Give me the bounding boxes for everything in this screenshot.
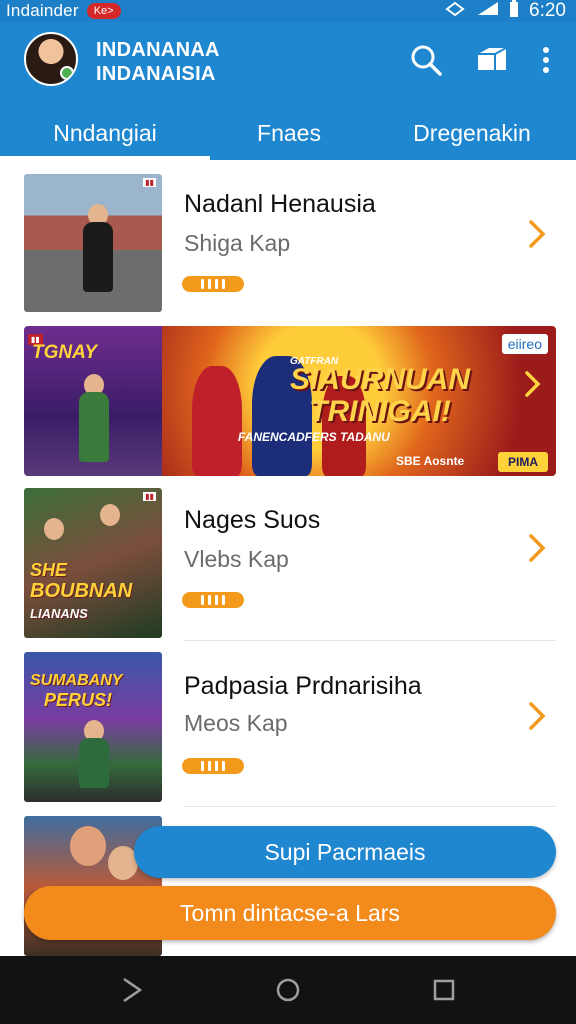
more-button[interactable]	[526, 40, 566, 80]
app-bar: INDANANAA INDANAISIA Nndangiai Fnaes Dre…	[0, 22, 576, 160]
rating-bar	[182, 592, 244, 608]
store-icon	[478, 47, 507, 70]
rating-bar	[182, 758, 244, 774]
clock: 6:20	[529, 0, 566, 21]
app-title: INDANANAA INDANAISIA	[96, 38, 220, 86]
system-nav-bar	[0, 956, 576, 1024]
divider	[184, 806, 556, 807]
tab-2[interactable]: Fnaes	[210, 106, 368, 160]
banner-play-button[interactable]: PIMA	[498, 452, 548, 472]
list-item[interactable]: ▮▮ SHE BOUBNAN LIANANS Nages Suos Vlebs …	[0, 488, 576, 641]
item-subtitle: Meos Kap	[184, 710, 288, 736]
battery-icon	[509, 0, 519, 23]
item-title: Nages Suos	[184, 506, 321, 534]
divider	[184, 640, 556, 641]
item-title: Padpasia Prdnarisiha	[184, 672, 422, 700]
banner-headline: SIAURNUAN TRINIGAI!	[230, 364, 530, 428]
chevron-right-icon[interactable]	[522, 528, 552, 568]
item-subtitle: Shiga Kap	[184, 230, 291, 256]
thumb-text-bottom: BOUBNAN	[30, 580, 133, 602]
tag: ▮▮	[143, 178, 156, 187]
banner-left-title: TGNAY	[32, 342, 98, 363]
tag: ▮▮	[143, 492, 156, 501]
character-head	[70, 826, 106, 866]
tab-1[interactable]: Nndangiai	[0, 106, 210, 160]
item-subtitle: Vlebs Kap	[184, 546, 289, 572]
back-triangle-icon	[123, 977, 143, 1003]
chevron-right-icon[interactable]	[522, 214, 552, 254]
primary-action-button[interactable]: Tomn dintacse-a Lars	[24, 886, 556, 940]
item-title: Nadanl Henausia	[184, 190, 376, 218]
character	[79, 738, 109, 788]
list-item[interactable]: SUMABANY PERUS! Padpasia Prdnarisiha Meo…	[0, 652, 576, 807]
carrier-name: Indainder	[6, 1, 79, 20]
home-circle-icon	[276, 978, 300, 1002]
thumb-text-bottom: PERUS!	[44, 690, 113, 710]
more-vert-icon	[543, 47, 549, 73]
search-button[interactable]	[406, 40, 446, 80]
nav-back-button[interactable]	[116, 974, 148, 1006]
thumb-text-small: LIANANS	[30, 606, 88, 621]
store-button[interactable]	[472, 40, 512, 80]
notification-badge: Ke>	[86, 3, 121, 19]
status-icons: 6:20	[445, 0, 566, 23]
secondary-action-button[interactable]: Supi Pacrmaeis	[134, 826, 556, 878]
app-title-line-2: INDANAISIA	[96, 63, 216, 85]
promo-banner[interactable]: ▮▮ TGNAY eiireo GATFRAN SIAURNUAN TRINIG…	[24, 326, 556, 476]
character-head	[44, 518, 64, 540]
banner-headline-line-2: TRINIGAI!	[309, 395, 451, 428]
game-thumbnail: ▮▮	[24, 174, 162, 312]
thumb-text-top: SUMABANY	[30, 672, 123, 689]
character	[83, 222, 113, 292]
banner-bottom-text: SBE Aosnte	[396, 454, 465, 468]
list-item[interactable]: ▮▮ Nadanl Henausia Shiga Kap	[0, 174, 576, 314]
character	[79, 392, 109, 462]
status-bar: Indainder Ke> 6:20	[0, 0, 576, 22]
chevron-right-icon[interactable]	[524, 370, 542, 403]
chevron-right-icon[interactable]	[522, 696, 552, 736]
signal-icon	[445, 1, 467, 22]
tab-bar: Nndangiai Fnaes Dregenakin	[0, 106, 576, 160]
wifi-icon	[477, 1, 499, 22]
recents-square-icon	[433, 979, 455, 1001]
avatar[interactable]	[24, 32, 78, 86]
app-title-line-1: INDANANAA	[96, 39, 220, 61]
rating-bar	[182, 276, 244, 292]
banner-left-art: ▮▮ TGNAY	[24, 326, 162, 476]
character-head	[100, 504, 120, 526]
banner-small-text: FANENCADFERS TADANU	[238, 430, 390, 444]
tab-3[interactable]: Dregenakin	[368, 106, 576, 160]
game-thumbnail: SUMABANY PERUS!	[24, 652, 162, 802]
game-thumbnail: ▮▮ SHE BOUBNAN LIANANS	[24, 488, 162, 638]
thumb-text-top: SHE	[30, 560, 68, 580]
online-dot	[60, 66, 74, 80]
search-icon	[411, 45, 442, 76]
banner-headline-line-1: SIAURNUAN	[290, 363, 470, 396]
nav-home-button[interactable]	[272, 974, 304, 1006]
banner-logo: eiireo	[501, 334, 548, 354]
nav-recents-button[interactable]	[428, 974, 460, 1006]
